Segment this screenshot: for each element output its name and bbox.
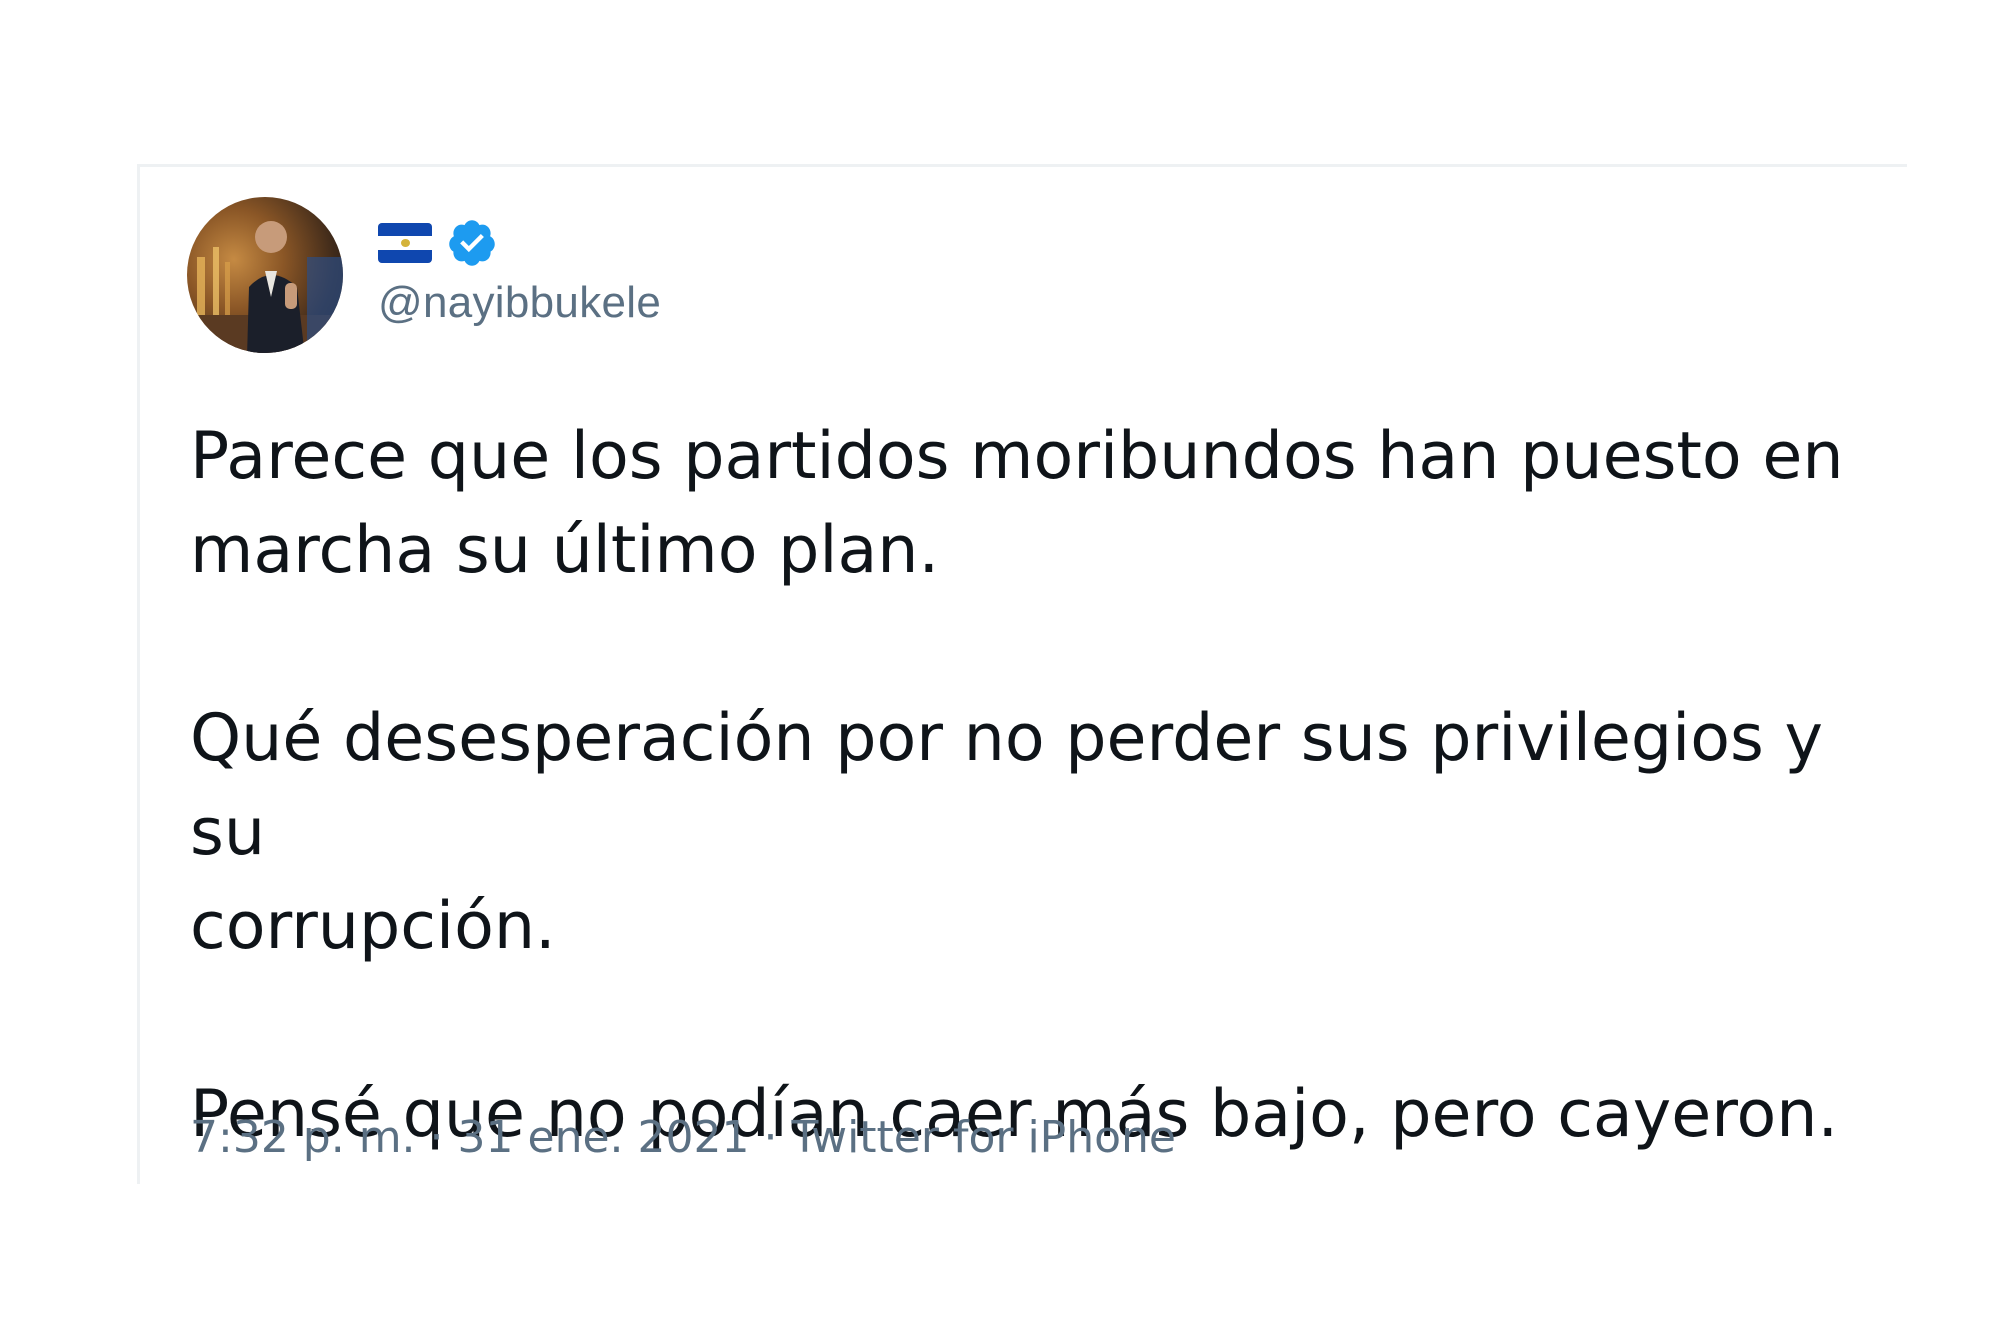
tweet-text: Parece que los partidos moribundos han p…: [190, 410, 1910, 1162]
tweet-metadata: 7:32 p. m. · 31 ene. 2021 · Twitter for …: [190, 1112, 1176, 1163]
avatar-photo: [187, 221, 343, 353]
tweet-paragraph: Parece que los partidos moribundos han p…: [190, 419, 1844, 588]
user-handle[interactable]: @nayibbukele: [378, 278, 661, 328]
tweet-source[interactable]: Twitter for iPhone: [792, 1112, 1176, 1163]
display-name-row[interactable]: [378, 218, 498, 268]
avatar[interactable]: [187, 197, 343, 353]
tweet-paragraph: Qué desesperación por no perder sus priv…: [190, 701, 1823, 964]
metadata-separator: ·: [429, 1112, 444, 1163]
metadata-separator: ·: [763, 1112, 778, 1163]
el-salvador-flag-icon: [378, 223, 432, 263]
verified-badge-icon: [449, 220, 495, 266]
tweet-date[interactable]: 31 ene. 2021: [458, 1112, 750, 1163]
tweet-time[interactable]: 7:32 p. m.: [190, 1112, 416, 1163]
